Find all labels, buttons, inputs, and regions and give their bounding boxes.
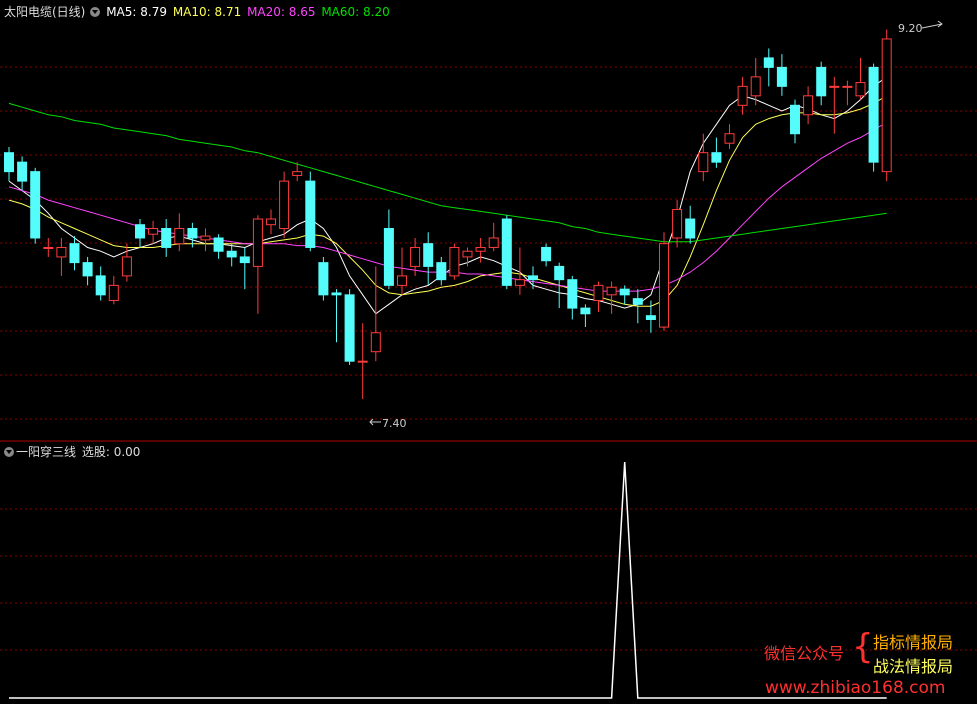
candle-body [790,104,800,135]
candle-body [554,265,565,281]
candle-body [187,228,198,239]
candle-body [239,256,250,264]
stock-chart: 9.20 7.40 [0,20,977,699]
candle-body [750,76,761,97]
candle-body [685,218,696,239]
candle-body [30,171,41,239]
candle-body [829,85,840,88]
candlesticks [4,29,892,400]
ma5-label: MA5: 8.79 [106,5,167,19]
candle-body [226,250,237,258]
candle-body [148,228,159,235]
candle-body [397,275,407,286]
candle-body [423,243,434,267]
candle-body [82,262,93,277]
candle-body [528,275,538,281]
candle-body [410,246,421,267]
candle-body [252,218,263,267]
ma-line-ma60 [8,102,887,243]
indicator-header: 一阳穿三线 选股: 0.00 [4,443,142,460]
candle-body [135,224,145,239]
candle-body [449,246,460,277]
candle-body [580,307,591,315]
candle-body [803,95,814,116]
candle-body [69,243,80,264]
indicator-series-line [9,461,887,699]
ma20-label: MA20: 8.65 [247,5,316,19]
candle-body [266,218,276,226]
candle-body [763,57,774,68]
candle-body [305,180,316,248]
candle-body [43,246,54,249]
candle-body [370,332,381,353]
candle-body [161,228,172,248]
watermark-line1: 指标情报局 [873,633,954,652]
moving-average-lines [8,76,887,315]
candle-body [213,237,224,252]
candle-body [816,66,827,97]
candle-body [567,279,578,309]
candle-body [593,284,604,302]
watermark-label: 微信公众号 [764,644,845,663]
candle-body [868,66,879,163]
candle-body [383,228,394,286]
ma10-label: MA10: 8.71 [172,5,242,19]
candle-body [475,246,486,252]
indicator-value: 选股: 0.00 [81,445,141,459]
candle-body [174,228,185,245]
candle-body [56,246,67,258]
candle-body [724,133,735,144]
dropdown-icon[interactable] [4,447,14,457]
candle-body [737,85,748,106]
ma-line-ma10 [8,95,887,307]
candle-body [4,152,14,173]
candle-body [436,262,447,281]
candle-body [357,360,368,363]
grid-lines [0,66,977,651]
ma60-label: MA60: 8.20 [321,5,390,19]
candle-body [200,235,211,241]
candle-body [698,152,709,173]
ma-line-ma5 [8,76,887,315]
candle-body [95,275,106,296]
candle-body [619,288,630,296]
low-arrow-icon [369,418,381,426]
candle-body [606,286,617,296]
candle-body [842,85,853,88]
candle-body [541,246,552,262]
candle-body [108,284,119,302]
candle-body [344,294,355,362]
candle-body [632,298,643,305]
candle-body [17,161,28,182]
high-arrow-icon [921,20,943,29]
candle-body [318,262,329,296]
candle-body [488,237,499,248]
candle-body [121,256,132,277]
indicator-line [9,461,887,699]
high-price-label: 9.20 [898,22,923,35]
candle-body [331,292,342,296]
candle-body [514,279,525,286]
candle-body [672,209,683,239]
candle-body [279,180,290,229]
stock-title: 太阳电缆(日线) [4,5,86,19]
candle-body [659,243,669,328]
candle-body [711,152,722,163]
low-price-label: 7.40 [382,417,407,430]
watermark-url: www.zhibiao168.com [765,678,946,698]
watermark-brace: { [852,627,874,667]
dropdown-icon[interactable] [90,7,101,17]
candle-body [776,66,787,87]
candle-body [855,82,866,97]
candle-body [881,38,892,173]
candle-body [292,171,303,176]
candle-body [462,250,473,258]
candle-body [501,218,512,286]
watermark-line2: 战法情报局 [873,657,954,676]
candle-body [645,315,656,320]
indicator-name: 一阳穿三线 [16,445,77,459]
main-chart-header: 太阳电缆(日线) MA5: 8.79 MA10: 8.71 MA20: 8.65… [4,3,392,20]
